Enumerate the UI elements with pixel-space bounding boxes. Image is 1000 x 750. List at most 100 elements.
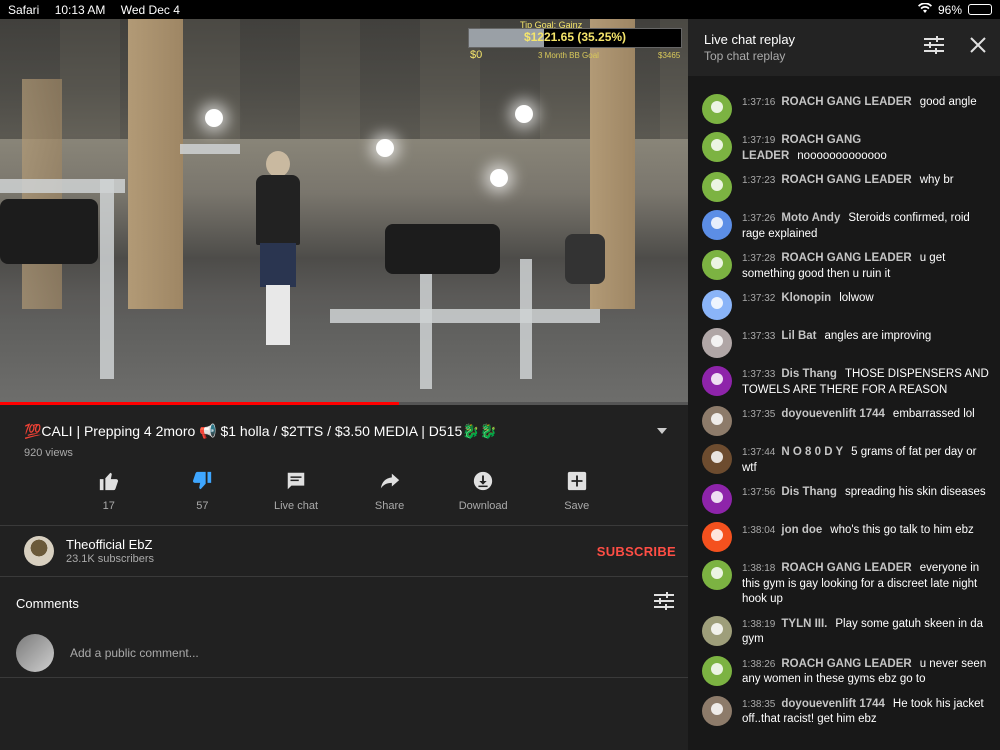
chat-timestamp: 1:37:19: [742, 135, 776, 146]
chat-text: who's this go talk to him ebz: [830, 524, 974, 536]
close-icon[interactable]: [970, 37, 986, 58]
chat-timestamp: 1:38:18: [742, 563, 776, 574]
wifi-icon: [917, 1, 932, 17]
subscribe-button[interactable]: SUBSCRIBE: [597, 544, 676, 559]
chat-avatar[interactable]: [702, 132, 732, 162]
chat-text: spreading his skin diseases: [844, 486, 986, 498]
chat-text: embarrassed lol: [892, 408, 975, 420]
chat-message[interactable]: 1:37:19 ROACH GANG LEADER nooooooooooooo: [702, 132, 990, 164]
dislike-button[interactable]: 57: [156, 469, 250, 525]
like-count: 17: [102, 500, 115, 512]
user-avatar: [16, 634, 54, 672]
chat-message[interactable]: 1:37:28 ROACH GANG LEADER u get something …: [702, 250, 990, 282]
chat-mode-selector[interactable]: Top chat replay: [704, 49, 795, 63]
chat-author[interactable]: Dis Thang: [781, 486, 837, 498]
chat-timestamp: 1:37:56: [742, 487, 776, 498]
chat-author[interactable]: ROACH GANG LEADER: [781, 658, 911, 670]
chat-author[interactable]: Klonopin: [781, 292, 831, 304]
chat-message[interactable]: 1:37:35 doyouevenlift 1744 embarrassed lol: [702, 406, 990, 436]
download-button[interactable]: Download: [436, 469, 530, 525]
chat-message[interactable]: 1:38:04 jon doe who's this go talk to him …: [702, 522, 990, 552]
status-app: Safari: [8, 2, 40, 17]
overlay-amount: $1221.65 (35.25%): [523, 30, 627, 44]
chat-avatar[interactable]: [702, 172, 732, 202]
chat-message[interactable]: 1:38:35 doyouevenlift 1744 He took his jac…: [702, 695, 990, 728]
chat-message[interactable]: 1:38:26 ROACH GANG LEADER u never seen any…: [702, 655, 990, 688]
chat-message[interactable]: 1:38:18 ROACH GANG LEADER everyone in this…: [702, 560, 990, 608]
chat-avatar[interactable]: [702, 615, 732, 646]
chat-author[interactable]: doyouevenlift 1744: [781, 408, 885, 420]
save-button[interactable]: Save: [530, 469, 624, 525]
live-chat-button[interactable]: Live chat: [249, 469, 343, 525]
chat-message[interactable]: 1:37:33 Lil Bat angles are improving: [702, 328, 990, 358]
chat-avatar[interactable]: [702, 484, 732, 514]
chat-message[interactable]: 1:37:33 Dis Thang THOSE DISPENSERS AND TOW…: [702, 366, 990, 398]
chat-avatar[interactable]: [702, 328, 732, 358]
chat-message-list[interactable]: 1:37:16 ROACH GANG LEADER good angle 1:37:1…: [688, 76, 1000, 750]
comments-header[interactable]: Comments: [0, 577, 688, 629]
chat-avatar[interactable]: [702, 210, 732, 240]
chat-avatar[interactable]: [702, 655, 732, 686]
chat-author[interactable]: jon doe: [781, 524, 822, 536]
chat-text: Steroids confirmed, roid rage explained: [742, 212, 970, 240]
chat-avatar[interactable]: [702, 406, 732, 436]
channel-name[interactable]: Theofficial EbZ: [66, 537, 154, 552]
chat-message[interactable]: 1:37:16 ROACH GANG LEADER good angle: [702, 94, 990, 124]
like-button[interactable]: 17: [62, 469, 156, 525]
divider: [0, 677, 688, 678]
video-player[interactable]: Tip Goal: Gainz $1221.65 (35.25%) $0 3 M…: [0, 19, 688, 405]
download-icon: [471, 469, 495, 493]
chat-author[interactable]: Dis Thang: [781, 368, 837, 380]
status-time: 10:13 AM: [54, 2, 106, 17]
chat-message[interactable]: 1:37:26 Moto Andy Steroids confirmed, roid…: [702, 210, 990, 242]
chat-author[interactable]: ROACH GANG LEADER: [781, 96, 911, 108]
video-progress-bar[interactable]: [0, 402, 688, 405]
video-title: 💯CALI | Prepping 4 2moro 📢 $1 holla / $2…: [24, 422, 498, 439]
chat-avatar[interactable]: [702, 522, 732, 552]
chat-timestamp: 1:38:04: [742, 525, 776, 536]
status-bar: Safari 10:13 AM Wed Dec 4 96%: [0, 0, 1000, 19]
chat-author[interactable]: ROACH GANG LEADER: [781, 562, 911, 574]
status-date: Wed Dec 4: [120, 2, 180, 17]
chat-avatar[interactable]: [702, 290, 732, 320]
add-comment-row[interactable]: Add a public comment...: [0, 629, 688, 677]
chat-text: angles are improving: [824, 330, 932, 342]
chat-avatar[interactable]: [702, 250, 732, 280]
chat-avatar[interactable]: [702, 695, 732, 726]
chat-timestamp: 1:38:19: [742, 618, 776, 630]
chat-timestamp: 1:38:35: [742, 698, 776, 710]
chat-avatar[interactable]: [702, 560, 732, 590]
chat-message[interactable]: 1:37:44 N O 8 0 D Y5 grams of fat per day…: [702, 444, 990, 476]
chat-avatar[interactable]: [702, 444, 732, 474]
live-chat-icon: [284, 469, 308, 493]
comments-label: Comments: [16, 595, 79, 611]
chat-message[interactable]: 1:37:56 Dis Thang spreading his skin disea…: [702, 484, 990, 514]
chat-author[interactable]: ROACH GANG LEADER: [781, 174, 911, 186]
comment-input[interactable]: Add a public comment...: [70, 646, 199, 660]
chat-message[interactable]: 1:37:23 ROACH GANG LEADER why br: [702, 172, 990, 202]
overlay-goal-subtitle: 3 Month BB Goal: [538, 51, 599, 60]
chat-author[interactable]: TYLN III.: [781, 618, 827, 630]
chat-author[interactable]: ROACH GANG LEADER: [781, 252, 911, 264]
chat-settings-icon[interactable]: [924, 36, 944, 59]
chat-author[interactable]: doyouevenlift 1744: [781, 698, 885, 710]
chat-text: why br: [919, 174, 954, 186]
channel-row[interactable]: Theofficial EbZ 23.1K subscribers SUBSCR…: [0, 526, 688, 576]
chat-timestamp: 1:38:26: [742, 658, 776, 670]
chat-timestamp: 1:37:32: [742, 293, 776, 304]
channel-avatar[interactable]: [24, 536, 54, 566]
chat-avatar[interactable]: [702, 94, 732, 124]
chat-message[interactable]: 1:37:32 Klonopin lolwow: [702, 290, 990, 320]
dislike-count: 57: [196, 500, 209, 512]
chat-message[interactable]: 1:38:19 TYLN III. Play some gatuh skeen in…: [702, 615, 990, 648]
subscriber-count: 23.1K subscribers: [66, 553, 155, 565]
chat-author[interactable]: N O 8 0 D Y: [781, 446, 843, 458]
live-chat-panel: Live chat replay Top chat replay 1:37:16…: [688, 19, 1000, 750]
thumb-down-icon: [190, 469, 214, 493]
chat-avatar[interactable]: [702, 366, 732, 396]
share-button[interactable]: Share: [343, 469, 437, 525]
chat-author[interactable]: Lil Bat: [781, 330, 816, 342]
chat-author[interactable]: Moto Andy: [781, 212, 840, 224]
sort-filter-icon[interactable]: [654, 591, 674, 615]
chevron-down-icon[interactable]: [652, 421, 672, 441]
